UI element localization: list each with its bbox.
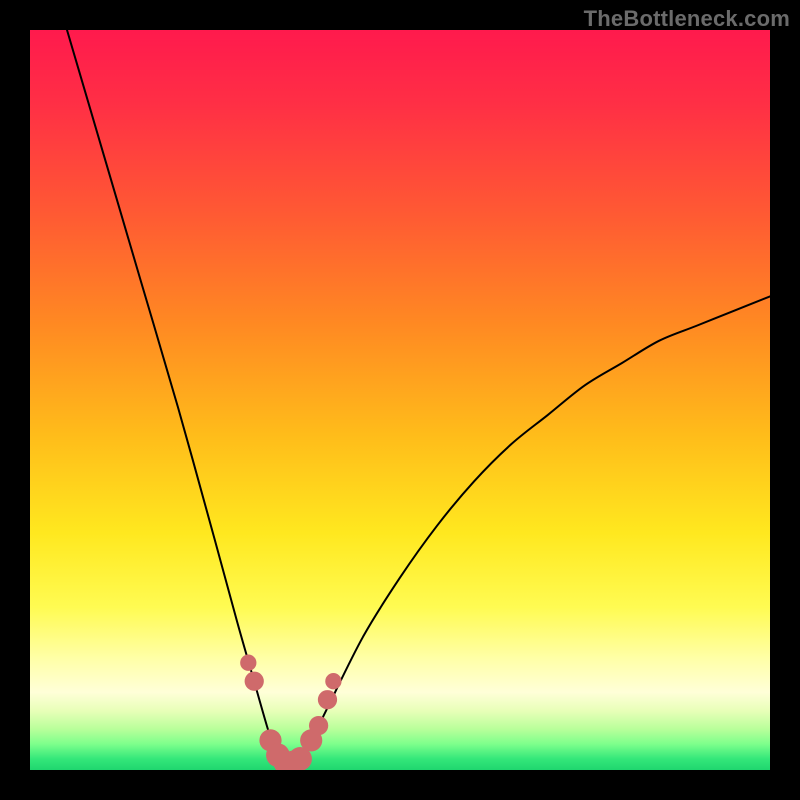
bottleneck-chart xyxy=(30,30,770,770)
marker-dot xyxy=(309,716,328,735)
chart-frame: TheBottleneck.com xyxy=(0,0,800,800)
marker-dot xyxy=(245,672,264,691)
marker-dot xyxy=(318,690,337,709)
watermark-text: TheBottleneck.com xyxy=(584,6,790,32)
marker-dot xyxy=(325,673,341,689)
marker-dot xyxy=(240,655,256,671)
gradient-background xyxy=(30,30,770,770)
plot-area xyxy=(30,30,770,770)
